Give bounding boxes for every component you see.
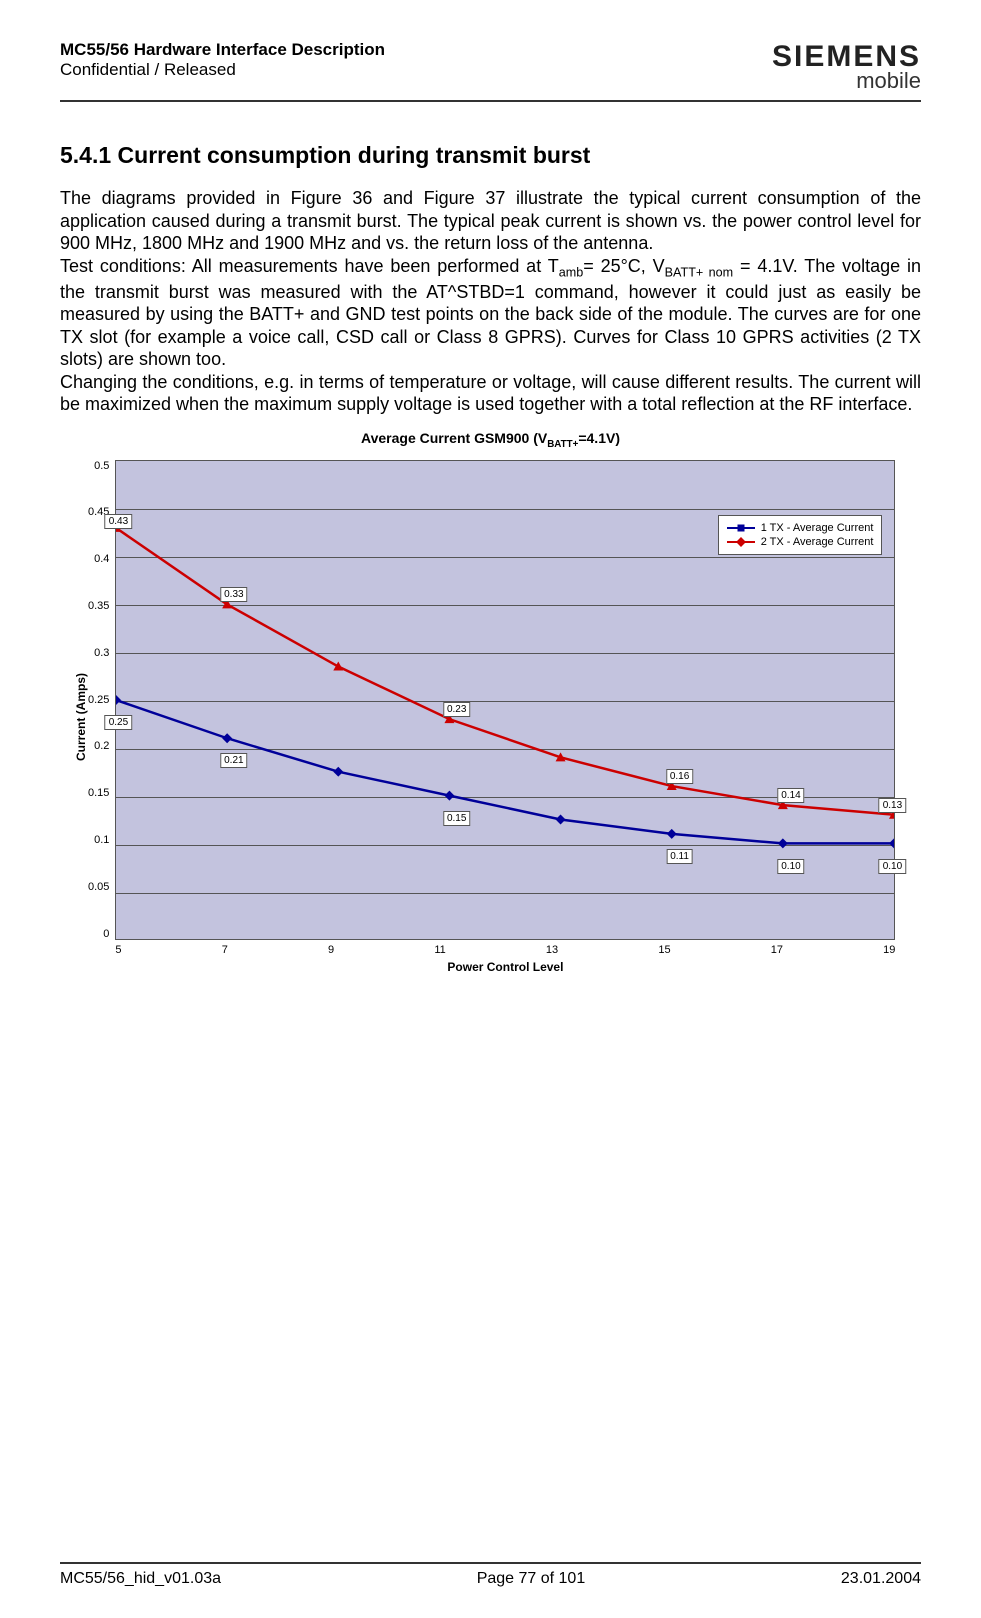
chart-xaxis: 5791113151719 — [115, 940, 895, 956]
data-label: 0.16 — [666, 769, 693, 784]
chart-ylabel: Current (Amps) — [70, 460, 88, 974]
doc-confidential: Confidential / Released — [60, 60, 385, 80]
chart: Average Current GSM900 (VBATT+=4.1V) Cur… — [60, 430, 921, 974]
chart-yaxis: 0.50.450.40.350.30.250.20.150.10.050 — [88, 460, 115, 940]
data-label: 0.43 — [105, 514, 132, 529]
data-label: 0.11 — [666, 849, 693, 864]
footer-right: 23.01.2004 — [841, 1570, 921, 1588]
data-label: 0.13 — [879, 798, 906, 813]
page-header: MC55/56 Hardware Interface Description C… — [60, 40, 921, 102]
chart-plot-area: 1 TX - Average Current 2 TX - Average Cu… — [115, 460, 895, 940]
data-label: 0.25 — [105, 715, 132, 730]
data-label: 0.21 — [220, 753, 247, 768]
data-label: 0.14 — [777, 788, 804, 803]
data-label: 0.10 — [777, 859, 804, 874]
data-label: 0.15 — [443, 811, 470, 826]
page-footer: MC55/56_hid_v01.03a Page 77 of 101 23.01… — [60, 1562, 921, 1588]
brand-logo: SIEMENS mobile — [772, 40, 921, 94]
section-heading: 5.4.1 Current consumption during transmi… — [60, 142, 921, 169]
paragraph-2: Test conditions: All measurements have b… — [60, 255, 921, 371]
chart-title: Average Current GSM900 (VBATT+=4.1V) — [60, 430, 921, 450]
footer-left: MC55/56_hid_v01.03a — [60, 1570, 221, 1588]
data-label: 0.23 — [443, 702, 470, 717]
doc-title: MC55/56 Hardware Interface Description — [60, 40, 385, 60]
paragraph-3: Changing the conditions, e.g. in terms o… — [60, 371, 921, 416]
footer-center: Page 77 of 101 — [477, 1570, 586, 1588]
header-left: MC55/56 Hardware Interface Description C… — [60, 40, 385, 80]
data-label: 0.10 — [879, 859, 906, 874]
data-label: 0.33 — [220, 587, 247, 602]
paragraph-1: The diagrams provided in Figure 36 and F… — [60, 187, 921, 255]
chart-xlabel: Power Control Level — [115, 960, 895, 974]
